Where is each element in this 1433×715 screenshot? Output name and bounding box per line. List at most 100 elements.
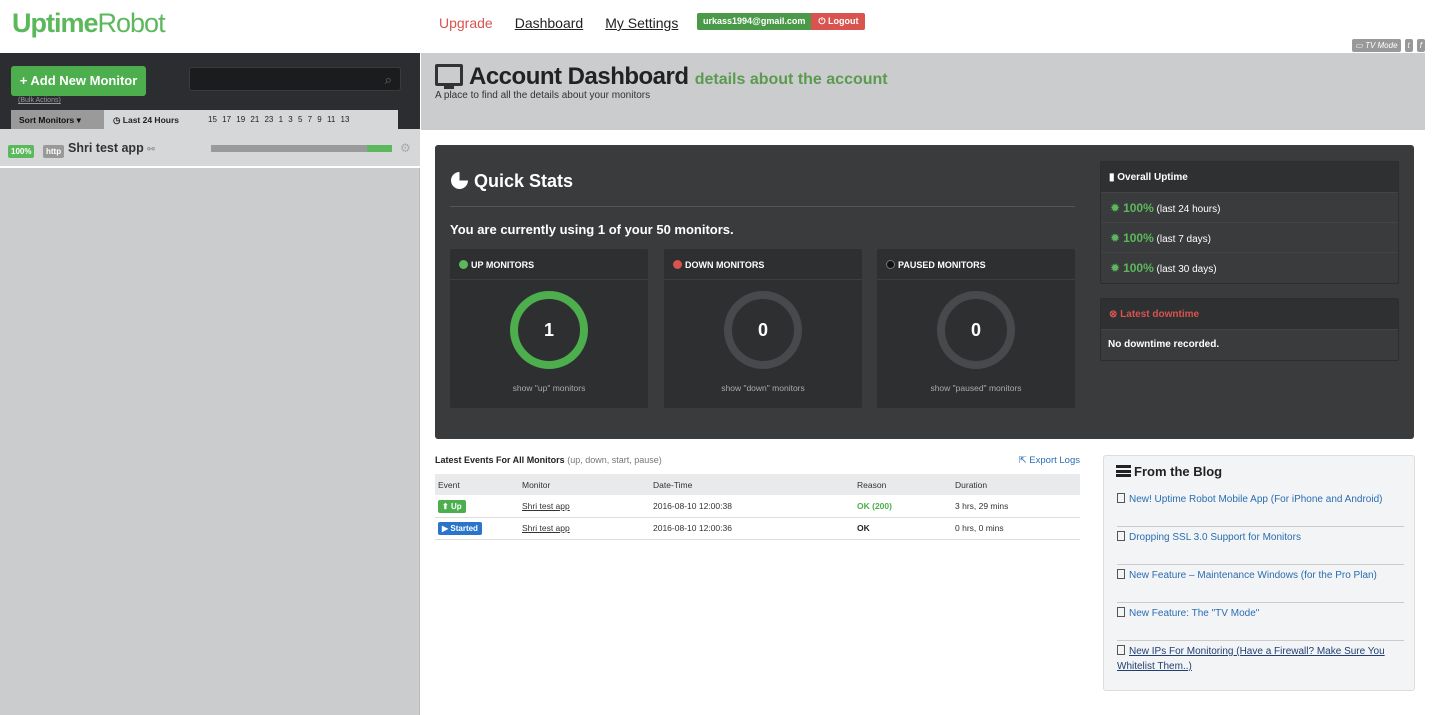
down-monitors-header: DOWN MONITORS: [664, 249, 862, 280]
blog-panel: From the Blog New! Uptime Robot Mobile A…: [1103, 455, 1415, 691]
uptime-period: (last 7 days): [1156, 234, 1212, 245]
monitor-icon: [435, 64, 463, 89]
uptime-row-24h: ✹ 100% (last 24 hours): [1101, 193, 1398, 223]
sort-monitors-dropdown[interactable]: Sort Monitors ▾: [11, 110, 104, 129]
show-paused-monitors-link[interactable]: show "paused" monitors: [877, 383, 1075, 393]
event-badge-up: ⬆ Up: [438, 499, 466, 513]
blog-item-label: New! Uptime Robot Mobile App (For iPhone…: [1129, 494, 1383, 505]
blog-item[interactable]: New! Uptime Robot Mobile App (For iPhone…: [1117, 489, 1404, 527]
sidebar-header: + Add New Monitor (Bulk Actions) ⌕ Sort …: [0, 53, 420, 129]
monitor-uptime-badge: 100%: [8, 145, 35, 158]
paused-monitors-label: PAUSED MONITORS: [898, 260, 986, 270]
paused-monitors-box: PAUSED MONITORS 0 show "paused" monitors: [877, 249, 1075, 408]
up-status-icon: [459, 260, 468, 269]
top-bar: UptimeRobot Upgrade Dashboard My Setting…: [0, 0, 1433, 53]
uptime-value: 100%: [1123, 231, 1154, 245]
down-monitors-box: DOWN MONITORS 0 show "down" monitors: [664, 249, 862, 408]
twitter-icon[interactable]: t: [1404, 39, 1413, 52]
latest-downtime-header: ⊗ Latest downtime: [1101, 299, 1398, 330]
logo[interactable]: UptimeRobot: [12, 8, 166, 39]
up-monitors-box: UP MONITORS 1 show "up" monitors: [450, 249, 648, 408]
event-datetime: 2016-08-10 12:00:36: [650, 517, 854, 540]
pie-chart-icon: [451, 172, 468, 189]
document-icon: [1117, 569, 1125, 579]
show-down-monitors-link[interactable]: show "down" monitors: [664, 383, 862, 393]
blog-item[interactable]: Dropping SSL 3.0 Support for Monitors: [1117, 527, 1404, 565]
event-reason: OK: [857, 523, 870, 533]
page-title-sub: details about the account: [694, 71, 888, 88]
blog-header: From the Blog: [1116, 464, 1222, 479]
time-range-label: Last 24 Hours: [122, 115, 179, 125]
nav-dashboard[interactable]: Dashboard: [515, 15, 584, 31]
events-title: Latest Events For All Monitors (up, down…: [435, 455, 1080, 465]
gear-icon[interactable]: ⚙: [400, 141, 411, 155]
blog-item-label: New Feature – Maintenance Windows (for t…: [1129, 570, 1377, 581]
paused-monitors-header: PAUSED MONITORS: [877, 249, 1075, 280]
quick-stats-title-text: Quick Stats: [474, 171, 574, 191]
user-badge: urkass1994@gmail.com ⏻ Logout: [697, 13, 866, 30]
uptime-period: (last 30 days): [1156, 264, 1217, 275]
divider: [450, 206, 1075, 207]
uptime-value: 100%: [1123, 201, 1154, 215]
document-icon: [1117, 607, 1125, 617]
alert-icon: ⊗: [1109, 309, 1121, 320]
clock-icon: ◷: [113, 115, 123, 125]
nav-my-settings[interactable]: My Settings: [605, 15, 678, 31]
down-status-icon: [673, 260, 682, 269]
blog-item-label: Dropping SSL 3.0 Support for Monitors: [1129, 532, 1301, 543]
event-monitor-link[interactable]: Shri test app: [522, 501, 570, 511]
document-icon: [1117, 493, 1125, 503]
event-datetime: 2016-08-10 12:00:38: [650, 495, 854, 518]
overall-uptime-panel: ▮ Overall Uptime ✹ 100% (last 24 hours) ✹…: [1100, 161, 1399, 284]
table-header-row: Event Monitor Date-Time Reason Duration: [435, 474, 1080, 495]
latest-downtime-message: No downtime recorded.: [1108, 339, 1220, 350]
table-row: ⬆ Up Shri test app 2016-08-10 12:00:38 O…: [435, 495, 1080, 518]
tv-mode-button[interactable]: ▭ TV Mode: [1352, 39, 1401, 52]
blog-item[interactable]: New Feature: The "TV Mode": [1117, 603, 1404, 641]
event-monitor-link[interactable]: Shri test app: [522, 523, 570, 533]
monitor-row[interactable]: 100% http Shri test app ⚯ ⚙: [0, 129, 420, 168]
nav-upgrade[interactable]: Upgrade: [439, 15, 493, 31]
monitor-name-text: Shri test app: [68, 141, 144, 155]
page-title-text: Account Dashboard: [469, 63, 689, 90]
arrow-up-icon: ⬆: [442, 501, 451, 511]
facebook-icon[interactable]: f: [1416, 39, 1425, 52]
search-icon: ⌕: [384, 72, 392, 87]
latest-downtime-title: Latest downtime: [1120, 309, 1200, 320]
uptime-row-30d: ✹ 100% (last 30 days): [1101, 253, 1398, 283]
time-range-tab: ◷ Last 24 Hours 15 17 19 21 23 1 3 5 7 9 …: [104, 110, 398, 129]
events-title-sub: (up, down, start, pause): [567, 455, 662, 465]
up-monitors-header: UP MONITORS: [450, 249, 648, 280]
blog-item[interactable]: New IPs For Monitoring (Have a Firewall?…: [1117, 641, 1404, 679]
export-icon: ⇱: [1018, 455, 1030, 466]
export-logs-link[interactable]: ⇱ Export Logs: [1019, 455, 1080, 466]
add-new-monitor-button[interactable]: + Add New Monitor: [11, 66, 146, 96]
column-header: Monitor: [519, 474, 650, 495]
blog-item[interactable]: New Feature – Maintenance Windows (for t…: [1117, 565, 1404, 603]
logout-button[interactable]: ⏻ Logout: [811, 13, 866, 30]
tv-toolbar: ▭ TV Mode t f: [1352, 39, 1425, 52]
down-count-ring: 0: [724, 291, 802, 369]
logo-text-b: Robot: [97, 8, 166, 38]
user-email[interactable]: urkass1994@gmail.com: [697, 13, 812, 30]
monitor-type-badge: http: [43, 145, 65, 158]
event-reason: OK (200): [857, 500, 892, 511]
main-nav: Upgrade Dashboard My Settings: [439, 15, 678, 31]
sort-label: Sort Monitors: [19, 115, 75, 125]
overall-uptime-header: ▮ Overall Uptime: [1101, 162, 1398, 193]
paused-status-icon: [886, 260, 895, 269]
monitor-search-input[interactable]: ⌕: [189, 67, 401, 91]
plus-icon: +: [19, 73, 31, 88]
badge-icon: ✹: [1110, 261, 1121, 275]
column-header: Duration: [952, 474, 1080, 495]
show-up-monitors-link[interactable]: show "up" monitors: [450, 383, 648, 393]
export-logs-label: Export Logs: [1029, 455, 1080, 466]
add-monitor-label: Add New Monitor: [30, 73, 138, 88]
monitor-usage-text: You are currently using 1 of your 50 mon…: [450, 222, 734, 237]
uptime-row-7d: ✹ 100% (last 7 days): [1101, 223, 1398, 253]
column-header: Event: [435, 474, 519, 495]
bulk-actions-link[interactable]: (Bulk Actions): [18, 97, 61, 104]
monitor-name[interactable]: Shri test app ⚯: [68, 141, 155, 155]
uptime-value: 100%: [1123, 261, 1154, 275]
latest-events: Latest Events For All Monitors (up, down…: [435, 455, 1080, 540]
